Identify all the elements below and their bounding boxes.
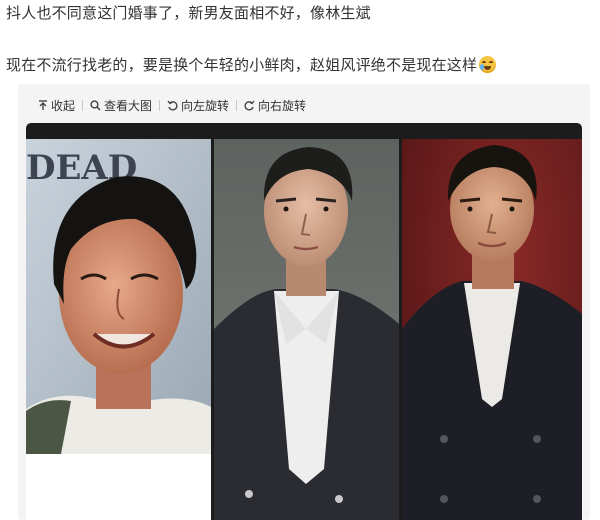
photo-left-smiling-man: DEAD (26, 139, 211, 520)
toolbar-divider (236, 99, 238, 111)
image-toolbar: 收起 查看大图 向左旋转 向右旋转 (38, 96, 306, 114)
rotate-left-button[interactable]: 向左旋转 (167, 97, 229, 114)
view-large-button[interactable]: 查看大图 (90, 97, 152, 114)
post-text-line-1: 抖人也不同意这门婚事了，新男友面相不好，像林生斌 (6, 2, 371, 23)
toolbar-divider (159, 99, 161, 111)
collapse-label: 收起 (51, 98, 76, 113)
image-viewer[interactable]: DEAD (26, 123, 582, 520)
rotate-right-button[interactable]: 向右旋转 (244, 97, 306, 114)
laugh-cry-emoji-icon (479, 56, 497, 73)
post-text-line-2: 现在不流行找老的，要是换个年轻的小鲜肉，赵姐风评绝不是现在这样 (6, 54, 497, 75)
arrow-up-icon (39, 99, 47, 110)
photo-collage: DEAD (26, 139, 582, 520)
photo-middle-image (214, 139, 399, 520)
photo-middle-man-dark-jacket (214, 139, 399, 520)
photo-right-man-dark-suit (402, 139, 582, 520)
collapse-button[interactable]: 收起 (38, 97, 75, 114)
media-card: 收起 查看大图 向左旋转 向右旋转 DEAD (18, 84, 590, 520)
rotate-right-icon (244, 100, 255, 111)
rotate-left-icon (167, 100, 178, 111)
magnifier-icon (90, 99, 101, 111)
toolbar-divider (82, 99, 84, 111)
photo-left-image: DEAD (26, 139, 211, 520)
rotate-right-label: 向右旋转 (258, 98, 307, 113)
rotate-left-label: 向左旋转 (181, 98, 230, 113)
photo-right-image (402, 139, 582, 520)
view-large-label: 查看大图 (104, 98, 153, 113)
post-text-line-2-content: 现在不流行找老的，要是换个年轻的小鲜肉，赵姐风评绝不是现在这样 (6, 56, 478, 74)
post-text-line-1-content: 抖人也不同意这门婚事了，新男友面相不好，像林生斌 (6, 4, 371, 22)
